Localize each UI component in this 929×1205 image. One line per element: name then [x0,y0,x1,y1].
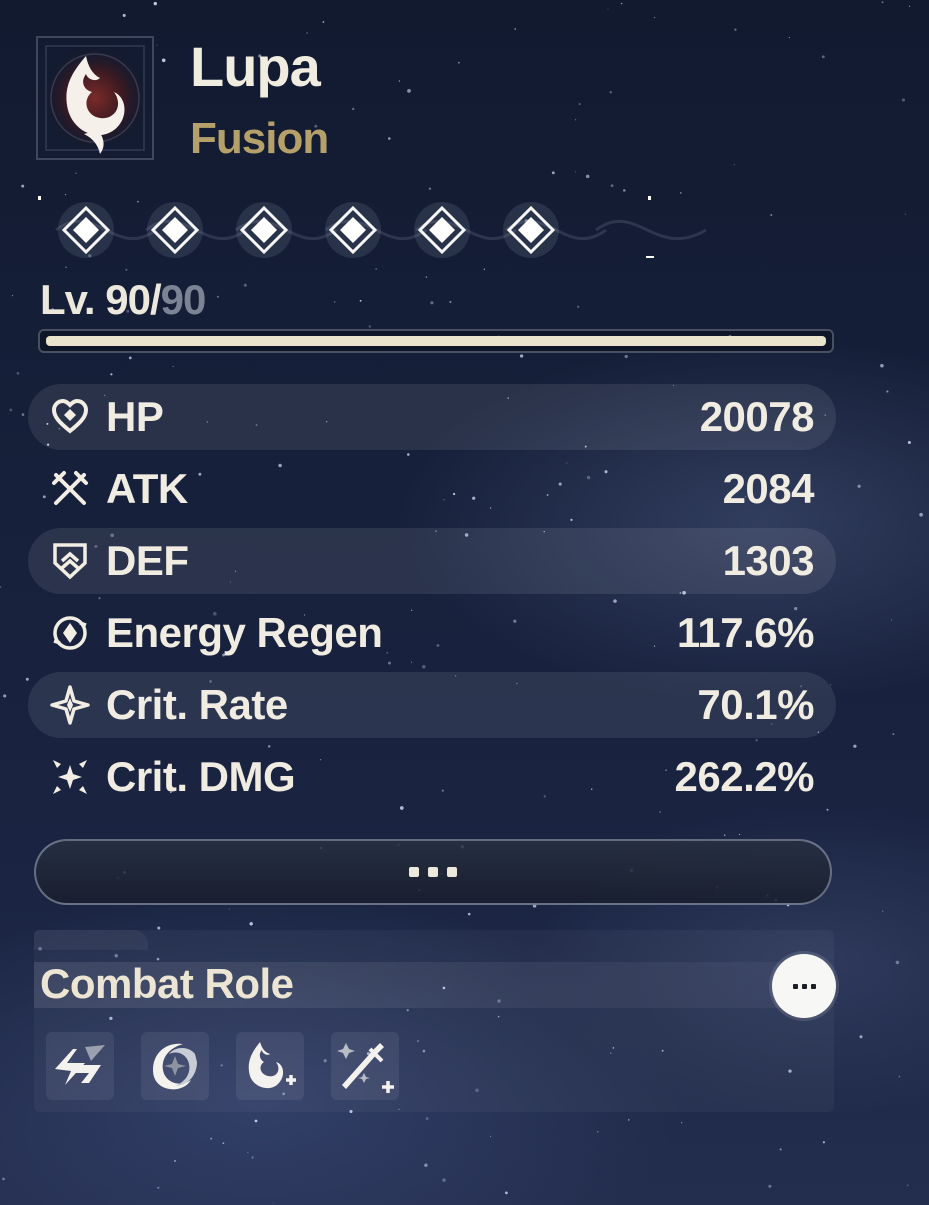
stat-row-energy-regen: Energy Regen 117.6% [28,597,836,669]
stat-label: Energy Regen [106,609,383,656]
combat-role-title: Combat Role [40,960,294,1007]
combat-role-tab-decoration [34,930,148,950]
stat-label: Crit. Rate [106,681,288,728]
lightning-strike-role-icon[interactable] [46,1032,114,1100]
level-max: 90 [160,276,207,323]
character-header: Lupa Fusion [20,30,620,170]
character-name: Lupa [190,35,321,98]
diamond-node-icon [325,202,381,258]
diamond-node-icon [147,202,203,258]
character-element: Fusion [190,114,329,163]
energy-regen-icon [48,611,92,655]
level-current: 90 [105,276,151,323]
diamond-node-icon [58,202,114,258]
level-prefix: Lv. [40,276,106,323]
stat-row-crit-rate: Crit. Rate 70.1% [28,672,836,738]
def-shield-icon [48,539,92,583]
stat-value: 117.6% [676,609,815,656]
diamond-node-icon [414,202,470,258]
sword-plus-role-icon[interactable] [331,1032,399,1100]
fusion-plus-role-icon[interactable] [236,1032,304,1100]
stat-value: 2084 [722,465,815,512]
stat-value: 262.2% [674,753,815,800]
level-separator: / [149,276,162,323]
stat-row-atk: ATK 2084 [28,453,836,525]
diamond-node-icon [236,202,292,258]
more-dots-icon [409,867,457,877]
stat-value: 1303 [722,537,815,584]
stat-label: ATK [106,465,188,512]
stat-row-crit-dmg: Crit. DMG 262.2% [28,741,836,813]
stat-row-hp: HP 20078 [28,384,836,450]
stat-label: DEF [106,537,189,584]
stat-label: Crit. DMG [106,753,296,800]
hp-heart-icon [48,395,92,439]
fusion-flame-icon [36,36,154,160]
atk-crossed-swords-icon [48,467,92,511]
level-progress-bar [38,329,834,353]
combat-role-more-button[interactable] [772,954,836,1018]
more-dots-icon [792,983,816,989]
diamond-node-icon [503,202,559,258]
combat-role-icons [46,1032,426,1100]
stats-list: HP 20078 ATK 2084 DEF 1303 Energy Regen … [28,381,836,813]
level-progress-fill [46,336,826,346]
stat-value: 70.1% [697,681,814,728]
crit-dmg-burst-icon [48,755,92,799]
stat-value: 20078 [699,393,815,440]
stat-label: HP [106,393,164,440]
more-stats-button[interactable] [34,839,832,905]
resonance-chain [38,196,707,258]
vortex-star-role-icon[interactable] [141,1032,209,1100]
crit-rate-star-icon [48,683,92,727]
level-display: Lv. 90/90 [40,276,207,324]
stat-row-def: DEF 1303 [28,528,836,594]
